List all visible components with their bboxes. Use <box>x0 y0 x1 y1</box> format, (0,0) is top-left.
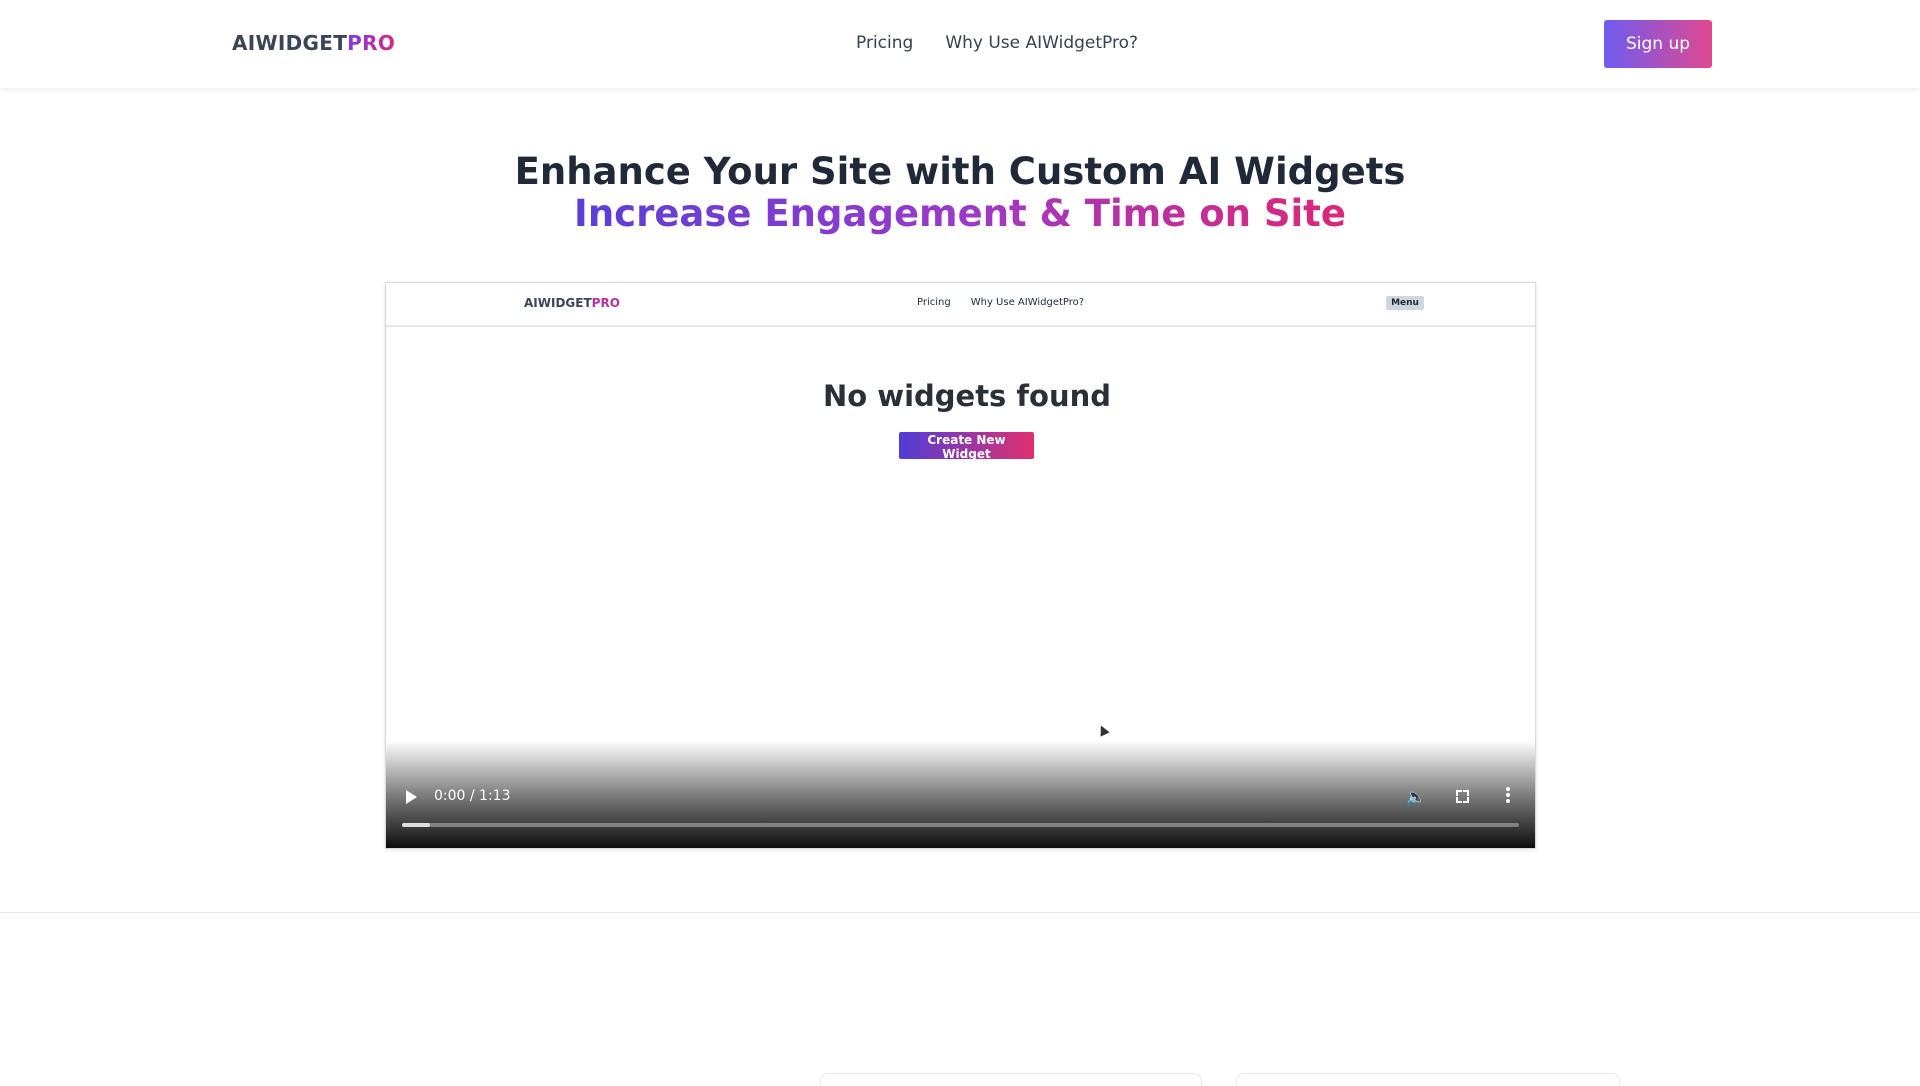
video-controls: 0:00 / 1:13 🔈 <box>386 740 1535 848</box>
hero-title: Enhance Your Site with Custom AI Widgets <box>514 150 1406 193</box>
video-time: 0:00 / 1:13 <box>434 788 511 804</box>
signup-button[interactable]: Sign up <box>1604 20 1712 68</box>
logo-text: AIWIDGET <box>232 31 348 55</box>
video-progress-fill <box>402 823 430 827</box>
fullscreen-icon[interactable] <box>1456 790 1469 803</box>
video-preview-logo-text: AIWIDGET <box>524 296 592 310</box>
hero-subtitle-text: Increase Engagement & Time on Site <box>574 192 1346 235</box>
video-preview-empty-title: No widgets found <box>822 379 1112 413</box>
video-progress-bar[interactable] <box>402 823 1519 827</box>
nav-link-pricing[interactable]: Pricing <box>856 33 913 53</box>
logo-accent: PRO <box>347 31 396 55</box>
play-icon[interactable] <box>406 790 417 804</box>
video-preview-header: AIWIDGETPRO Pricing Why Use AIWidgetPro?… <box>386 283 1535 327</box>
video-preview-nav-why-use: Why Use AIWidgetPro? <box>970 297 1085 308</box>
demo-video[interactable]: AIWIDGETPRO Pricing Why Use AIWidgetPro?… <box>385 282 1536 849</box>
video-preview-create-button: Create New Widget <box>899 432 1034 461</box>
video-preview-nav: Pricing Why Use AIWidgetPro? <box>917 297 1084 308</box>
logo[interactable]: AIWIDGETPRO <box>232 31 395 55</box>
video-preview-menu: Menu <box>1386 296 1424 310</box>
nav-link-why-use[interactable]: Why Use AIWidgetPro? <box>945 33 1138 53</box>
video-preview-logo: AIWIDGETPRO <box>524 296 620 310</box>
section-divider <box>0 912 1920 913</box>
site-header: AIWIDGETPRO Pricing Why Use AIWidgetPro?… <box>0 0 1920 88</box>
mouse-cursor-icon <box>1096 723 1110 737</box>
video-preview-nav-pricing: Pricing <box>917 297 951 308</box>
volume-icon[interactable]: 🔈 <box>1406 787 1426 806</box>
more-options-icon[interactable] <box>1506 787 1510 805</box>
video-preview-logo-accent: PRO <box>591 296 620 310</box>
hero-subtitle: Increase Engagement & Time on Site <box>0 192 1920 235</box>
main-nav: Pricing Why Use AIWidgetPro? <box>856 33 1138 53</box>
